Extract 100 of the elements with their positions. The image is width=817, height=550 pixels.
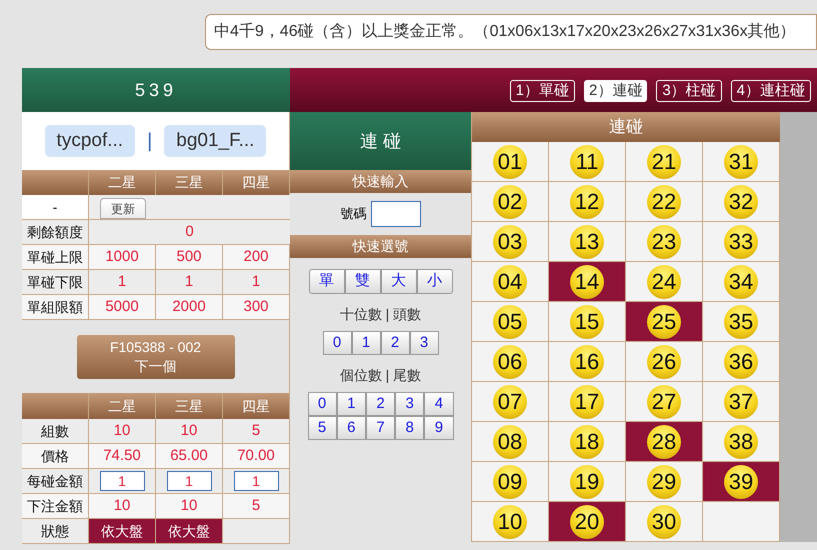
- number-cell[interactable]: 15: [549, 302, 626, 342]
- table-cell: 5: [223, 494, 290, 518]
- number-cell[interactable]: 21: [626, 142, 703, 182]
- section-header: 快速選號: [290, 235, 471, 258]
- digit-button[interactable]: 3: [395, 392, 424, 416]
- table-cell: 300: [223, 295, 290, 319]
- number-cell[interactable]: 37: [703, 382, 780, 422]
- table-cell: 10: [156, 419, 223, 443]
- table-cell: 10: [89, 494, 156, 518]
- number-cell[interactable]: 01: [472, 142, 549, 182]
- digit-button[interactable]: 3: [410, 331, 438, 355]
- separator-text: |: [147, 129, 152, 154]
- row-label: 每碰金額: [22, 469, 89, 493]
- number-cell[interactable]: 19: [549, 462, 626, 502]
- table-cell: 1: [89, 270, 156, 294]
- number-cell[interactable]: 36: [703, 342, 780, 382]
- number-cell[interactable]: 23: [626, 222, 703, 262]
- digit-button[interactable]: 1: [336, 392, 366, 416]
- number-cell[interactable]: 29: [626, 462, 703, 502]
- table-cell: 65.00: [156, 444, 223, 468]
- number-cell[interactable]: 26: [626, 342, 703, 382]
- number-cell[interactable]: 22: [626, 182, 703, 222]
- section-header: 快速輸入: [290, 170, 471, 193]
- grid-title: 連碰: [472, 112, 780, 142]
- digit-button[interactable]: 9: [424, 416, 454, 440]
- number-cell[interactable]: 03: [472, 222, 549, 262]
- number-cell[interactable]: 11: [549, 142, 626, 182]
- number-cell[interactable]: 09: [472, 462, 549, 502]
- number-cell[interactable]: 32: [703, 182, 780, 222]
- digit-button[interactable]: 6: [336, 416, 366, 440]
- number-cell[interactable]: 17: [549, 382, 626, 422]
- digit-button[interactable]: 5: [308, 416, 337, 440]
- table-cell: 5000: [89, 295, 156, 319]
- game-title: 539: [22, 68, 290, 112]
- digit-button[interactable]: 0: [308, 392, 337, 416]
- digit-button[interactable]: 8: [395, 416, 424, 440]
- table-cell: 70.00: [223, 444, 290, 468]
- group-label: 十位數 | 頭數: [338, 305, 422, 324]
- quick-pick-button[interactable]: 大: [380, 269, 416, 294]
- table-cell: 2000: [156, 295, 223, 319]
- number-cell[interactable]: 33: [703, 222, 780, 262]
- number-cell[interactable]: 10: [472, 502, 549, 542]
- field-label: 號碼: [340, 205, 366, 224]
- row-label: 價格: [22, 444, 89, 468]
- row-label: 單組限額: [22, 295, 89, 319]
- digit-button[interactable]: 2: [380, 331, 410, 355]
- amount-input[interactable]: 1: [100, 471, 144, 491]
- mode-tab[interactable]: 1）單碰: [510, 80, 575, 102]
- quick-pick-button[interactable]: 雙: [344, 269, 380, 294]
- number-cell[interactable]: 28: [626, 422, 703, 462]
- number-cell[interactable]: 05: [472, 302, 549, 342]
- number-cell[interactable]: 18: [549, 422, 626, 462]
- row-label: 組數: [22, 419, 89, 443]
- row-label: 下注金額: [22, 494, 89, 518]
- amount-input[interactable]: 1: [234, 471, 278, 491]
- status-cell: 依大盤: [89, 519, 156, 543]
- table-cell: 74.50: [89, 444, 156, 468]
- number-cell[interactable]: 31: [703, 142, 780, 182]
- table-cell: 10: [156, 494, 223, 518]
- table-cell: 1000: [89, 245, 156, 269]
- number-cell[interactable]: 25: [626, 302, 703, 342]
- digit-button[interactable]: 0: [322, 331, 352, 355]
- row-label: 單碰上限: [22, 245, 89, 269]
- mode-tab[interactable]: 3）柱碰: [656, 80, 722, 102]
- number-cell[interactable]: 24: [626, 262, 703, 302]
- number-cell[interactable]: 04: [472, 262, 549, 302]
- number-cell[interactable]: 39: [703, 462, 780, 502]
- quick-pick-button[interactable]: 單: [308, 269, 344, 294]
- marquee-text: 中4千9，46碰（含）以上獎金正常。（01x06x13x17x20x23x26x27x31x36x其他）: [205, 14, 817, 50]
- number-cell[interactable]: 13: [549, 222, 626, 262]
- refresh-button[interactable]: 更新: [100, 198, 146, 219]
- number-cell[interactable]: 14: [549, 262, 626, 302]
- number-cell[interactable]: 34: [703, 262, 780, 302]
- number-cell[interactable]: 30: [626, 502, 703, 542]
- number-cell[interactable]: 06: [472, 342, 549, 382]
- number-cell[interactable]: 38: [703, 422, 780, 462]
- table-cell: 1: [223, 270, 290, 294]
- mode-tab[interactable]: 4）連柱碰: [730, 80, 811, 102]
- number-input[interactable]: [370, 201, 420, 227]
- row-label: 單碰下限: [22, 270, 89, 294]
- next-button[interactable]: F105388 - 002 下一個: [76, 334, 234, 378]
- row-label: -: [22, 195, 89, 219]
- number-cell[interactable]: 07: [472, 382, 549, 422]
- number-cell[interactable]: 02: [472, 182, 549, 222]
- number-cell[interactable]: 35: [703, 302, 780, 342]
- table-cell: 5: [223, 419, 290, 443]
- number-cell[interactable]: 20: [549, 502, 626, 542]
- mode-title: 連 碰: [290, 112, 471, 170]
- digit-button[interactable]: 7: [366, 416, 396, 440]
- mode-tab[interactable]: 2）連碰: [584, 80, 648, 102]
- number-cell[interactable]: 08: [472, 422, 549, 462]
- number-cell[interactable]: 27: [626, 382, 703, 422]
- digit-button[interactable]: 1: [352, 331, 380, 355]
- number-cell[interactable]: 12: [549, 182, 626, 222]
- username-chip: tycpof...: [44, 124, 136, 158]
- amount-input[interactable]: 1: [166, 471, 212, 491]
- number-cell[interactable]: 16: [549, 342, 626, 382]
- quick-pick-button[interactable]: 小: [416, 269, 452, 294]
- digit-button[interactable]: 4: [424, 392, 454, 416]
- digit-button[interactable]: 2: [366, 392, 396, 416]
